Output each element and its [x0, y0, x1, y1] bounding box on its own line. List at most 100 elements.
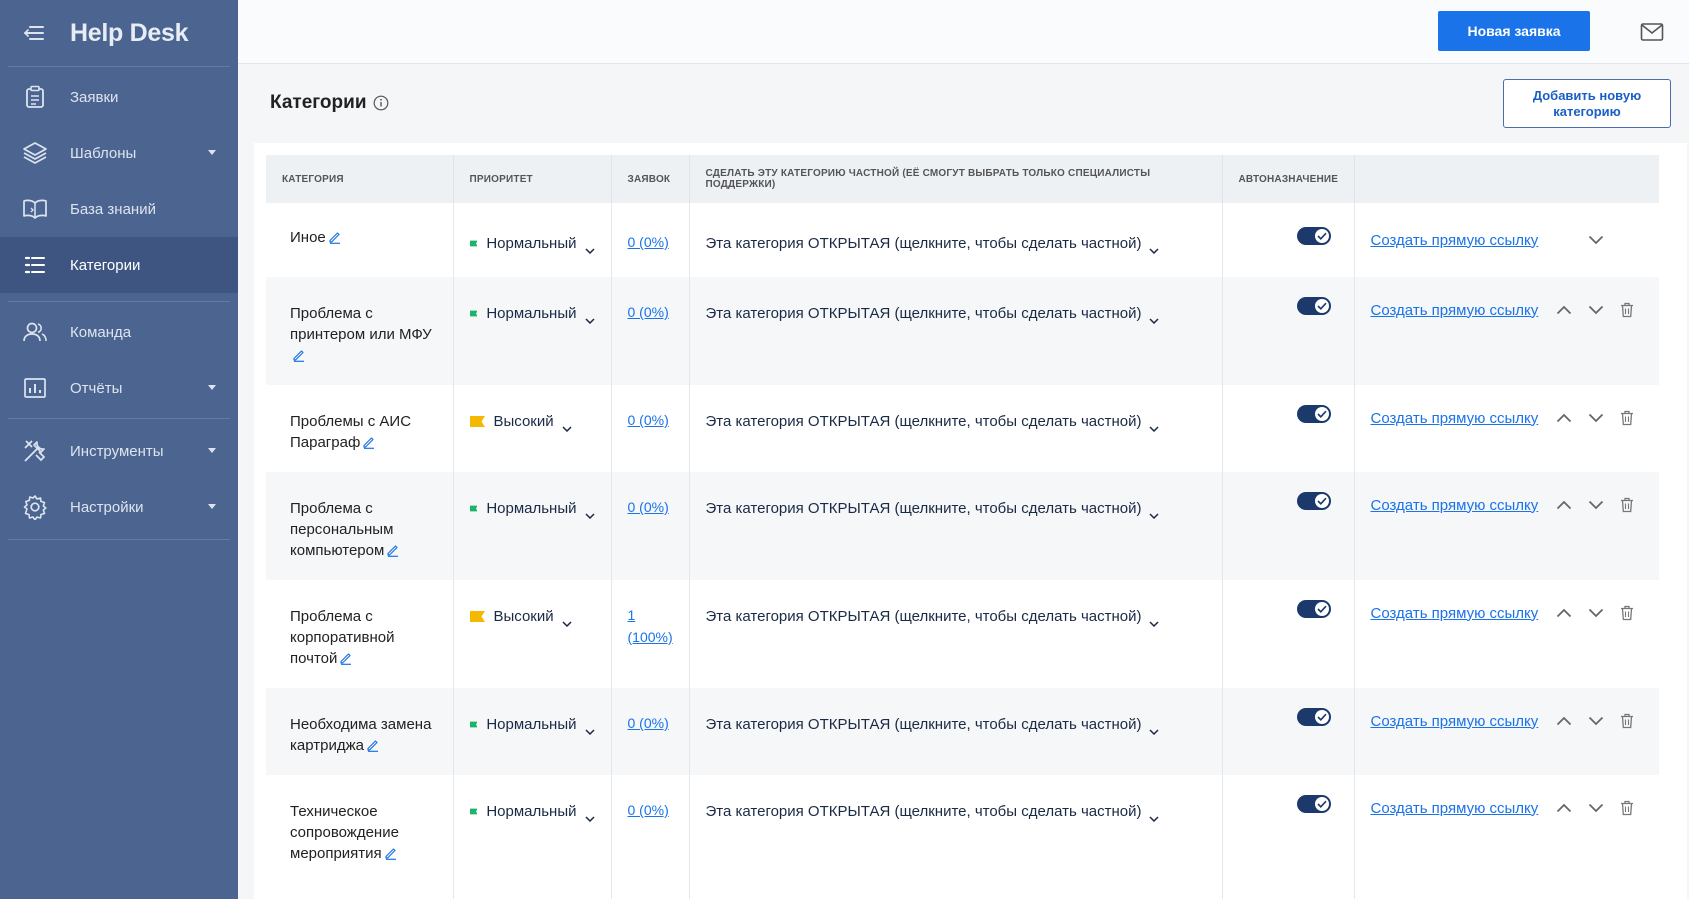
create-direct-link[interactable]: Создать прямую ссылку: [1371, 800, 1539, 817]
create-direct-link[interactable]: Создать прямую ссылку: [1371, 232, 1539, 249]
move-up-icon[interactable]: [1548, 407, 1580, 429]
private-toggle-dropdown[interactable]: Эта категория ОТКРЫТАЯ (щелкните, чтобы …: [705, 305, 1206, 324]
move-up-icon[interactable]: [1548, 797, 1580, 819]
sidebar-item-tools[interactable]: Инструменты: [0, 423, 238, 479]
ticket-count-link[interactable]: 0 (0%): [628, 499, 669, 515]
ticket-count-link[interactable]: 0 (0%): [628, 304, 669, 320]
priority-dropdown[interactable]: Нормальный: [469, 716, 595, 735]
tickets-cell: 0 (0%): [611, 775, 690, 883]
add-category-button[interactable]: Добавить новую категорию: [1503, 79, 1671, 128]
sidebar-item-label: Команда: [70, 323, 132, 341]
trash-icon[interactable]: [1611, 710, 1643, 732]
auto-assign-toggle[interactable]: [1296, 227, 1331, 245]
priority-dropdown[interactable]: Высокий: [469, 413, 595, 432]
categories-table: КАТЕГОРИЯ ПРИОРИТЕТ ЗАЯВОК СДЕЛАТЬ ЭТУ К…: [266, 155, 1659, 899]
auto-assign-toggle[interactable]: [1296, 600, 1331, 618]
move-up-icon[interactable]: [1548, 710, 1580, 732]
create-direct-link[interactable]: Создать прямую ссылку: [1371, 497, 1539, 514]
private-cell: Эта категория ОТКРЫТАЯ (щелкните, чтобы …: [689, 775, 1223, 883]
sidebar-item-categories[interactable]: Категории: [0, 237, 238, 293]
trash-icon[interactable]: [1611, 299, 1643, 321]
move-up-icon[interactable]: [1548, 602, 1580, 624]
priority-cell: Высокий: [453, 385, 612, 472]
priority-flag-icon: [469, 611, 485, 622]
auto-assign-toggle[interactable]: [1296, 795, 1331, 813]
auto-assign-cell: [1222, 277, 1355, 385]
private-toggle-dropdown[interactable]: Эта категория ОТКРЫТАЯ (щелкните, чтобы …: [706, 716, 1206, 735]
create-direct-link[interactable]: Создать прямую ссылку: [1371, 605, 1539, 622]
empty-cell: [266, 883, 454, 899]
sidebar: Help Desk Заявки Шаблоны База знаний Кат…: [0, 0, 238, 899]
private-cell: Эта категория ОТКРЫТАЯ (щелкните, чтобы …: [689, 472, 1223, 580]
move-down-icon[interactable]: [1580, 797, 1612, 819]
divider: [8, 539, 230, 540]
edit-icon[interactable]: [366, 737, 380, 752]
create-direct-link[interactable]: Создать прямую ссылку: [1371, 410, 1539, 427]
trash-icon[interactable]: [1611, 797, 1643, 819]
gear-icon: [22, 494, 48, 520]
move-down-icon[interactable]: [1580, 407, 1612, 429]
move-down-icon[interactable]: [1580, 710, 1612, 732]
priority-dropdown[interactable]: Нормальный: [469, 235, 595, 254]
move-down-icon[interactable]: [1580, 602, 1612, 624]
auto-assign-toggle[interactable]: [1296, 297, 1331, 315]
ticket-count-link[interactable]: 0 (0%): [628, 802, 669, 818]
ticket-count-link[interactable]: 0 (0%): [628, 234, 669, 250]
private-toggle-dropdown[interactable]: Эта категория ОТКРЫТАЯ (щелкните, чтобы …: [706, 235, 1206, 254]
actions-cell: Создать прямую ссылку: [1354, 688, 1659, 775]
priority-label: Нормальный: [486, 305, 577, 322]
ticket-count-link[interactable]: 1 (100%): [628, 607, 673, 645]
info-icon[interactable]: [373, 95, 389, 111]
sidebar-item-label: База знаний: [70, 200, 156, 218]
create-direct-link[interactable]: Создать прямую ссылку: [1371, 302, 1539, 319]
move-down-icon[interactable]: [1580, 299, 1612, 321]
sidebar-item-settings[interactable]: Настройки: [0, 479, 238, 535]
auto-assign-cell: [1222, 688, 1355, 775]
private-status-text: Эта категория ОТКРЫТАЯ (щелкните, чтобы …: [705, 305, 1142, 322]
priority-dropdown[interactable]: Нормальный: [469, 305, 595, 324]
sidebar-item-reports[interactable]: Отчёты: [0, 360, 238, 416]
edit-icon[interactable]: [339, 650, 353, 665]
edit-icon[interactable]: [328, 229, 342, 244]
move-up-icon[interactable]: [1548, 299, 1580, 321]
private-toggle-dropdown[interactable]: Эта категория ОТКРЫТАЯ (щелкните, чтобы …: [706, 803, 1206, 822]
move-down-icon[interactable]: [1580, 494, 1612, 516]
app-title: Help Desk: [70, 18, 189, 47]
trash-icon[interactable]: [1611, 494, 1643, 516]
sidebar-item-templates[interactable]: Шаблоны: [0, 125, 238, 181]
category-name: Проблемы с АИС Параграф: [290, 413, 412, 451]
move-down-icon[interactable]: [1580, 229, 1612, 251]
collapse-menu-icon[interactable]: [22, 23, 46, 43]
row-actions: Создать прямую ссылку: [1371, 229, 1644, 251]
private-toggle-dropdown[interactable]: Эта категория ОТКРЫТАЯ (щелкните, чтобы …: [706, 413, 1206, 432]
auto-assign-toggle[interactable]: [1296, 708, 1331, 726]
trash-icon[interactable]: [1611, 407, 1643, 429]
empty-cell: [1222, 883, 1355, 899]
edit-icon[interactable]: [386, 542, 400, 557]
edit-icon[interactable]: [362, 434, 376, 449]
edit-icon[interactable]: [384, 845, 398, 860]
trash-icon[interactable]: [1611, 602, 1643, 624]
auto-assign-toggle[interactable]: [1296, 492, 1331, 510]
priority-flag-icon: [469, 808, 478, 815]
chevron-down-icon: [1149, 311, 1159, 324]
auto-assign-toggle[interactable]: [1296, 405, 1331, 423]
private-toggle-dropdown[interactable]: Эта категория ОТКРЫТАЯ (щелкните, чтобы …: [706, 608, 1206, 627]
move-up-icon[interactable]: [1548, 494, 1580, 516]
create-direct-link[interactable]: Создать прямую ссылку: [1371, 713, 1539, 730]
priority-dropdown[interactable]: Нормальный: [469, 500, 595, 519]
new-ticket-button[interactable]: Новая заявка: [1438, 11, 1590, 51]
category-name: Необходима замена картриджа: [290, 716, 432, 754]
priority-dropdown[interactable]: Нормальный: [469, 803, 595, 822]
sidebar-item-tickets[interactable]: Заявки: [0, 69, 238, 125]
mail-icon[interactable]: [1640, 22, 1664, 42]
ticket-count-link[interactable]: 0 (0%): [628, 412, 669, 428]
sidebar-item-knowledge-base[interactable]: База знаний: [0, 181, 238, 237]
edit-icon[interactable]: [292, 347, 306, 362]
divider: [8, 66, 230, 67]
private-cell: Эта категория ОТКРЫТАЯ (щелкните, чтобы …: [689, 580, 1223, 688]
private-toggle-dropdown[interactable]: Эта категория ОТКРЫТАЯ (щелкните, чтобы …: [706, 500, 1206, 519]
ticket-count-link[interactable]: 0 (0%): [628, 715, 669, 731]
priority-dropdown[interactable]: Высокий: [469, 608, 595, 627]
sidebar-item-team[interactable]: Команда: [0, 304, 238, 360]
